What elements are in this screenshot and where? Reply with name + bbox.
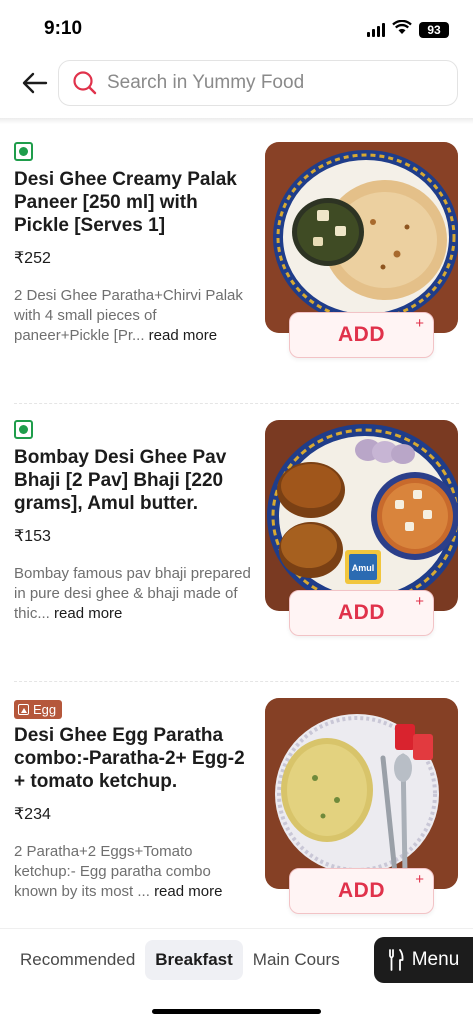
item-description: 2 Desi Ghee Paratha+Chirvi Palak with 4 … [14, 286, 254, 346]
item-name: Desi Ghee Egg Paratha combo:-Paratha-2+ … [14, 725, 245, 792]
item-price: ₹153 [14, 528, 51, 545]
add-button-label: ADD [338, 879, 385, 902]
item-image[interactable] [265, 698, 458, 889]
item-description: 2 Paratha+2 Eggs+Tomato ketchup:- Egg pa… [14, 842, 254, 902]
bottom-category-bar: Recommended Breakfast Main Cours Menu [0, 928, 473, 1024]
battery-icon: 93 [419, 22, 449, 38]
wifi-icon [392, 19, 412, 40]
list-item[interactable]: Bombay Desi Ghee Pav Bhaji [2 Pav] Bhaji… [0, 404, 473, 682]
add-button-label: ADD [338, 323, 385, 346]
item-image[interactable] [265, 142, 458, 333]
header [0, 56, 473, 120]
egg-icon [18, 704, 29, 715]
item-name: Desi Ghee Creamy Palak Paneer [250 ml] w… [14, 169, 237, 236]
tab-recommended[interactable]: Recommended [0, 940, 145, 980]
add-button[interactable]: ADD + [289, 312, 434, 358]
search-icon [71, 69, 99, 97]
list-item[interactable]: Desi Ghee Creamy Palak Paneer [250 ml] w… [0, 126, 473, 404]
plus-icon: + [415, 871, 424, 888]
egg-badge-label: Egg [33, 702, 57, 717]
home-indicator [152, 1009, 321, 1014]
search-input[interactable] [107, 72, 427, 94]
fork-knife-icon [388, 949, 404, 971]
plus-icon: + [415, 593, 424, 610]
menu-button-label: Menu [411, 949, 460, 970]
egg-badge: Egg [14, 700, 63, 719]
add-button[interactable]: ADD + [289, 868, 434, 914]
category-tabs: Recommended Breakfast Main Cours [0, 939, 350, 981]
add-button-label: ADD [338, 601, 385, 624]
read-more-link[interactable]: read more [154, 883, 222, 900]
status-bar: 9:10 93 [0, 0, 473, 54]
status-time: 9:10 [44, 18, 83, 39]
item-description: Bombay famous pav bhaji prepared in pure… [14, 564, 254, 624]
plus-icon: + [415, 315, 424, 332]
item-name: Bombay Desi Ghee Pav Bhaji [2 Pav] Bhaji… [14, 447, 227, 514]
cellular-signal-icon [367, 23, 385, 37]
item-description-text: Bombay famous pav bhaji prepared in pure… [14, 565, 251, 622]
veg-icon [14, 142, 33, 161]
back-button[interactable] [18, 68, 52, 98]
veg-icon [14, 420, 33, 439]
add-button[interactable]: ADD + [289, 590, 434, 636]
item-image[interactable]: Amul [265, 420, 458, 611]
item-price: ₹252 [14, 250, 51, 267]
menu-item-list: Desi Ghee Creamy Palak Paneer [250 ml] w… [0, 126, 473, 960]
item-price: ₹234 [14, 806, 51, 823]
status-icons: 93 [367, 19, 449, 40]
read-more-link[interactable]: read more [149, 327, 217, 344]
tab-main-course[interactable]: Main Cours [243, 940, 350, 980]
menu-button[interactable]: Menu [374, 937, 473, 983]
read-more-link[interactable]: read more [54, 605, 122, 622]
list-item[interactable]: Egg Desi Ghee Egg Paratha combo:-Paratha… [0, 682, 473, 960]
back-arrow-icon [22, 72, 48, 94]
amul-label: Amul [352, 563, 375, 573]
header-shadow [0, 118, 473, 124]
search-box[interactable] [58, 60, 458, 106]
tab-breakfast[interactable]: Breakfast [145, 940, 243, 980]
